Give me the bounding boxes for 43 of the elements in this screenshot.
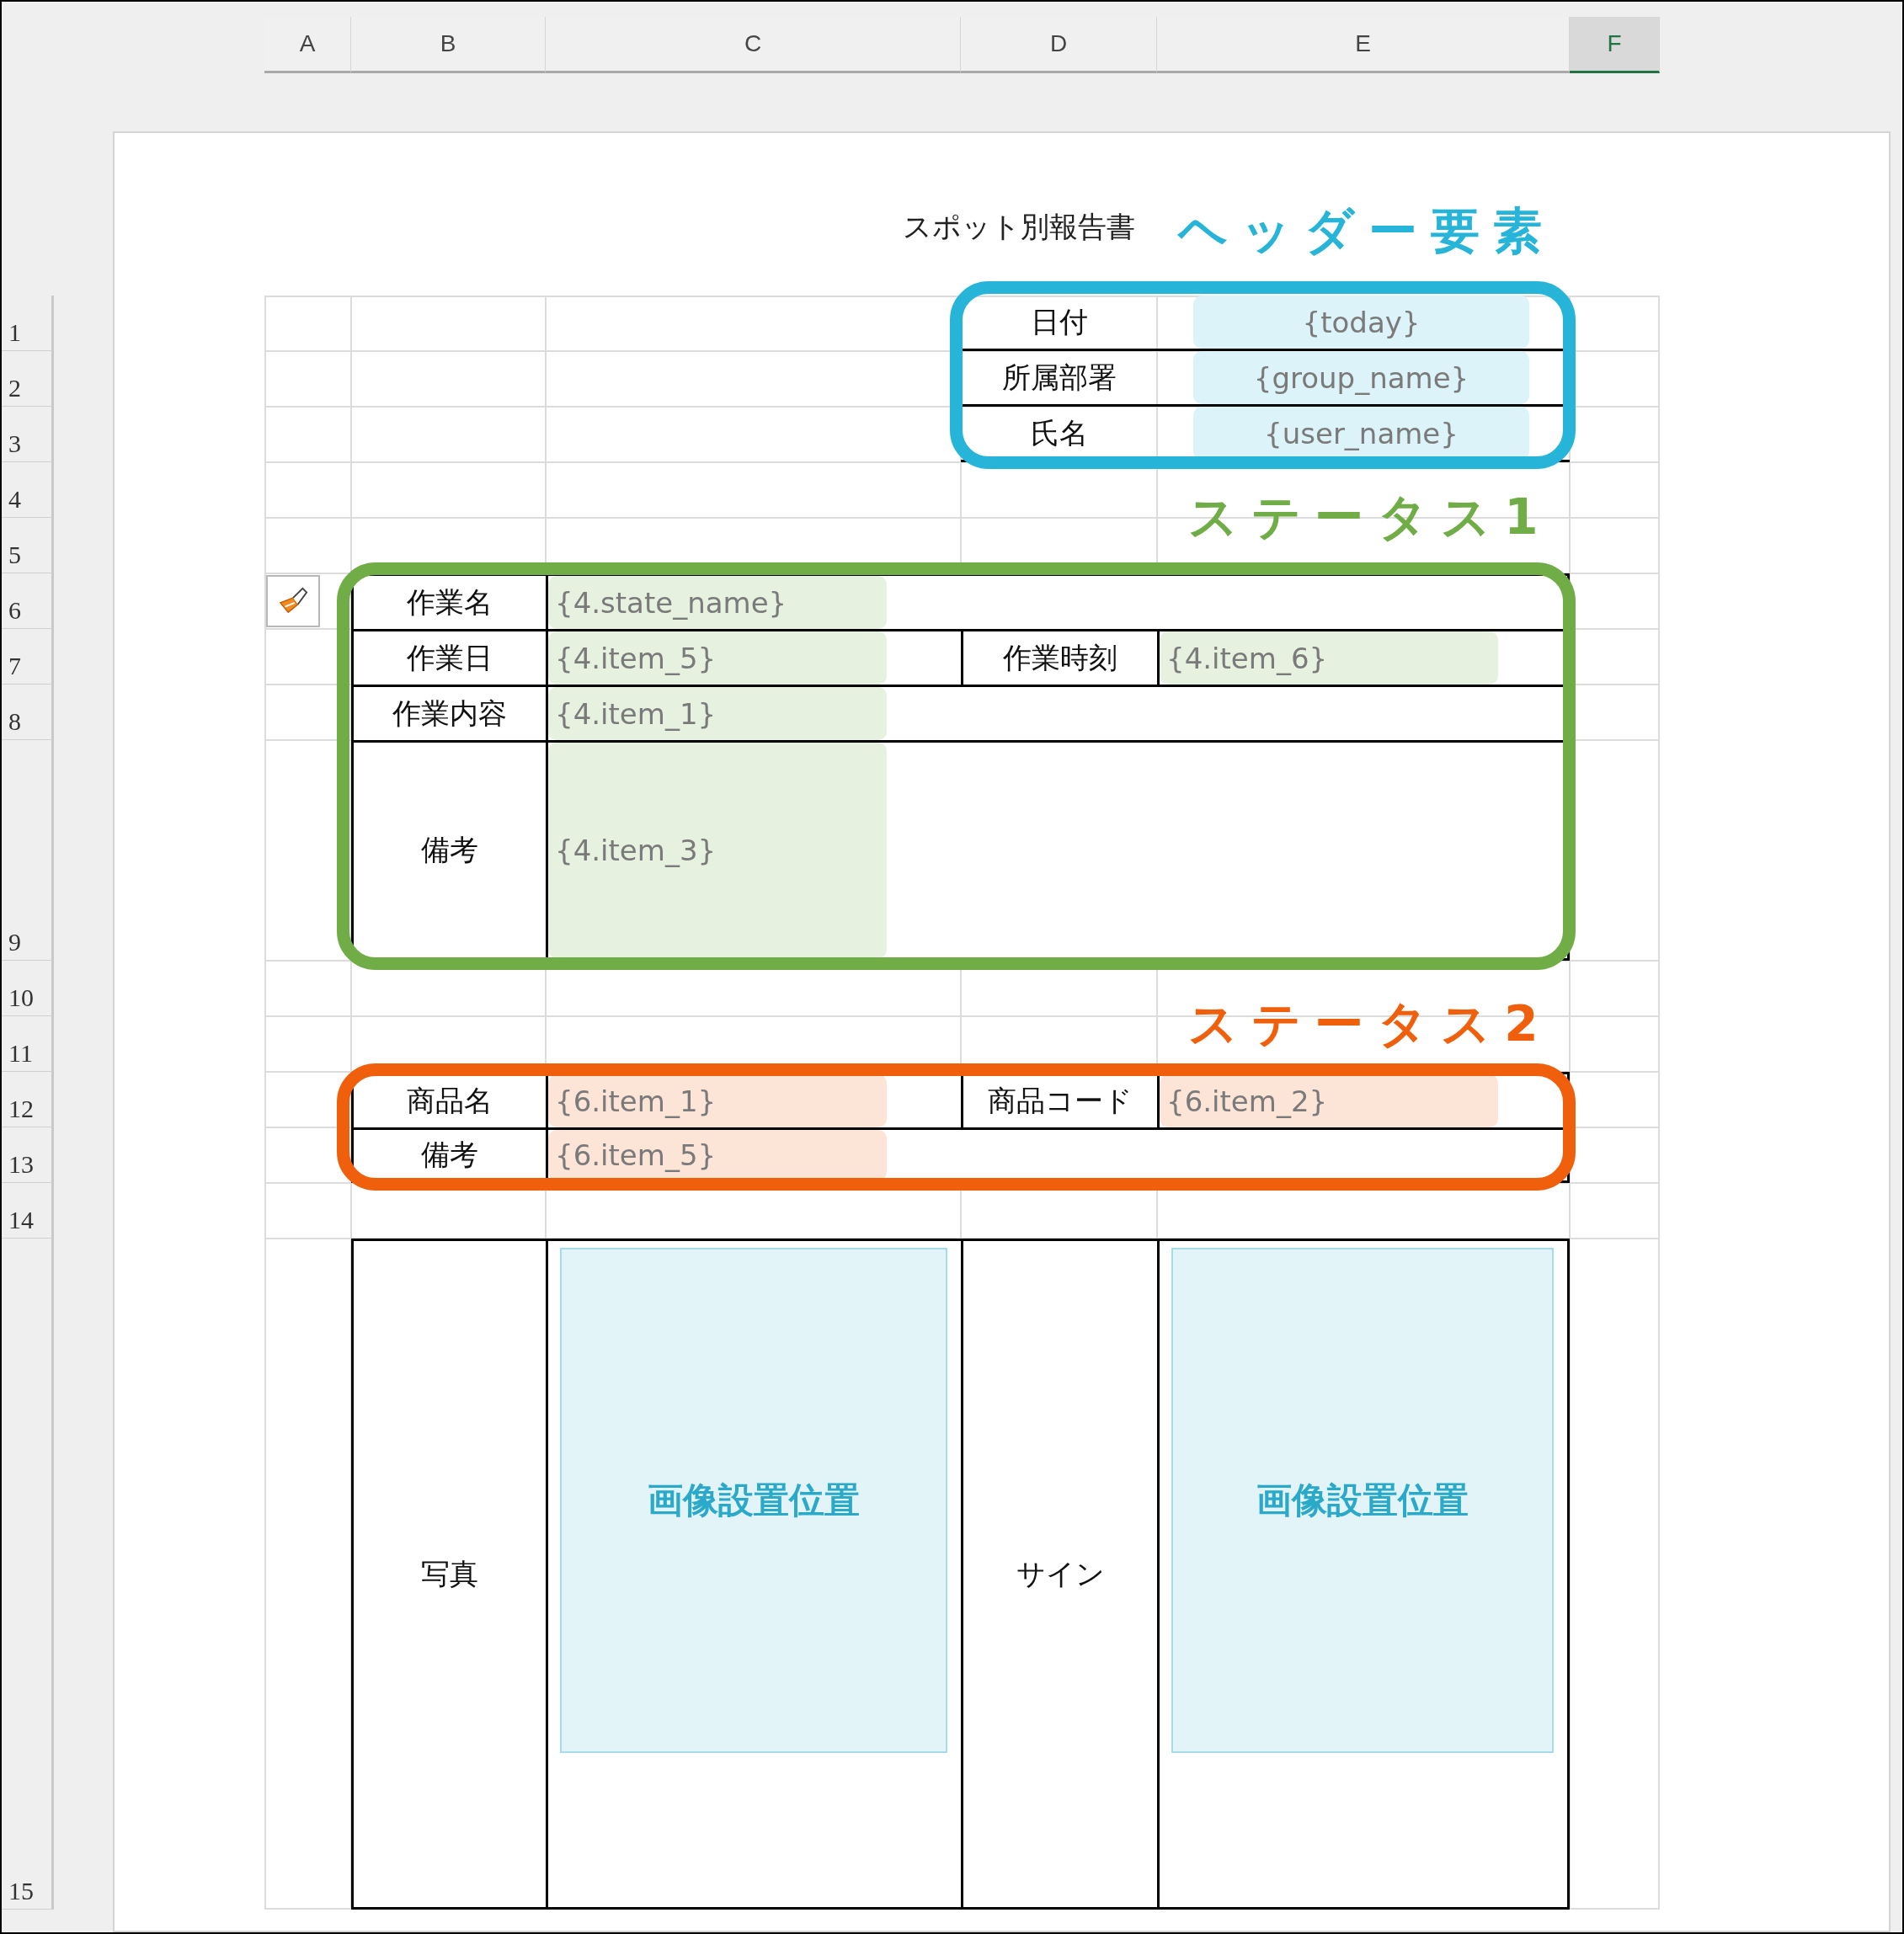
column-header[interactable]: B: [351, 17, 546, 73]
row-header[interactable]: 14: [2, 1183, 54, 1239]
column-header[interactable]: A: [264, 17, 351, 73]
template-tag: {today}: [1193, 296, 1529, 349]
row-header[interactable]: 10: [2, 961, 54, 1016]
template-tag: {4.state_name}: [548, 576, 887, 629]
row-header[interactable]: 11: [2, 1016, 54, 1072]
row-header[interactable]: 3: [2, 407, 54, 462]
table-cell: サイン: [961, 1239, 1157, 1910]
table-cell: 作業内容: [351, 685, 546, 740]
template-tag: {4.item_1}: [548, 687, 887, 740]
column-header[interactable]: E: [1157, 17, 1570, 73]
table-cell: 写真: [351, 1239, 546, 1910]
template-tag: {4.item_5}: [548, 631, 887, 685]
sheet-title: スポット別報告書: [903, 209, 1135, 245]
annotation-label: ステータス2: [1188, 995, 1552, 1054]
annotation-label: ヘッダー要素: [1178, 202, 1556, 261]
row-header[interactable]: 5: [2, 518, 54, 573]
row-header[interactable]: 15: [2, 1239, 54, 1910]
column-header[interactable]: F: [1570, 17, 1660, 73]
row-header[interactable]: 6: [2, 573, 54, 629]
placeholder-label: 画像設置位置: [1256, 1478, 1469, 1522]
row-header[interactable]: 9: [2, 740, 54, 961]
row-header[interactable]: 1: [2, 296, 54, 351]
row-header[interactable]: 12: [2, 1072, 54, 1127]
template-tag: {6.item_1}: [548, 1074, 887, 1127]
template-tag: {6.item_2}: [1160, 1074, 1498, 1127]
template-tag: {6.item_5}: [548, 1130, 887, 1180]
row-header[interactable]: 13: [2, 1127, 54, 1183]
table-cell: 作業日: [351, 629, 546, 685]
row-header[interactable]: 4: [2, 462, 54, 518]
row-header[interactable]: 8: [2, 685, 54, 740]
row-header[interactable]: 7: [2, 629, 54, 685]
annotation-label: ステータス1: [1188, 488, 1552, 547]
template-tag: {group_name}: [1193, 351, 1529, 404]
template-tag: {4.item_3}: [548, 743, 887, 958]
column-header[interactable]: D: [961, 17, 1157, 73]
template-tag: {4.item_6}: [1160, 631, 1498, 685]
row-header[interactable]: 2: [2, 351, 54, 407]
table-cell: 作業時刻: [961, 629, 1157, 685]
column-header[interactable]: C: [546, 17, 961, 73]
placeholder-label: 画像設置位置: [648, 1478, 860, 1522]
brush-button[interactable]: [266, 575, 320, 627]
